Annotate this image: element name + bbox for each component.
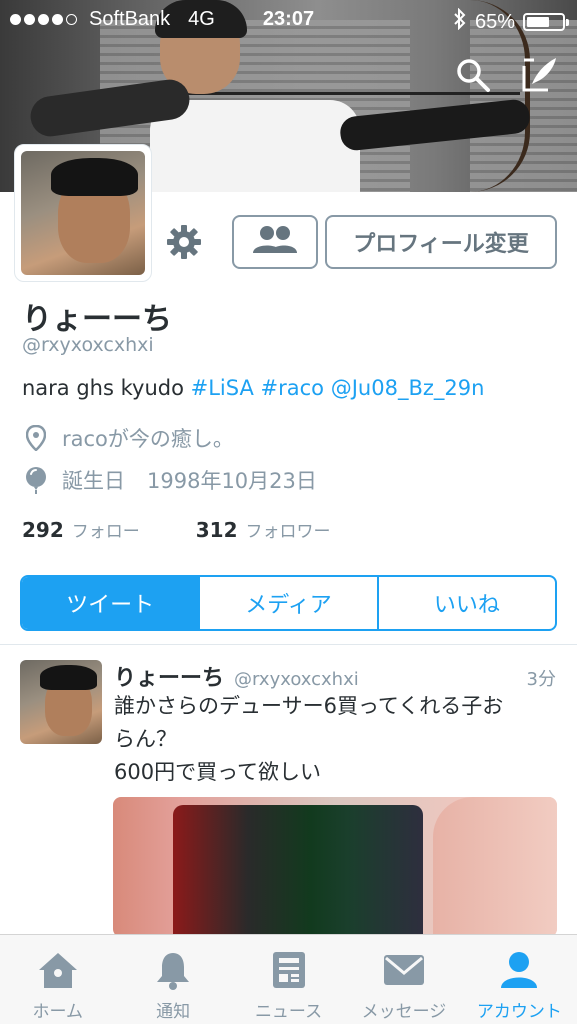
followers-count[interactable]: 312 [196, 518, 238, 542]
tweet-line: 600円で買って欲しい [114, 760, 322, 784]
media-hand [433, 797, 557, 937]
profile-location: racoが今の癒し。 [22, 423, 234, 453]
tab-media[interactable]: メディア [198, 577, 376, 629]
nav-news-label: ニュース [254, 1002, 323, 1022]
profile-tabs: ツイート メディア いいね [20, 575, 557, 631]
nav-account-label: アカウント [476, 1002, 562, 1022]
status-bar: SoftBank 4G 23:07 65% [0, 0, 577, 40]
battery-fill [527, 17, 549, 27]
tweet-author-name[interactable]: りょーーち [114, 660, 224, 692]
birthday-label: 誕生日 [62, 469, 125, 493]
edit-profile-button[interactable]: プロフィール変更 [325, 215, 557, 269]
tweet-avatar-hair [39, 665, 98, 691]
header-actions [453, 55, 559, 95]
bio-text: nara ghs kyudo [22, 376, 191, 400]
tab-likes[interactable]: いいね [376, 577, 555, 629]
bio-mention[interactable]: @Ju08_Bz_29n [331, 376, 485, 400]
people-icon [250, 224, 300, 260]
tweet-line: らん？ [114, 727, 177, 751]
nav-notifications-label: 通知 [156, 1002, 191, 1022]
bio-hashtag-lisa[interactable]: #LiSA [191, 376, 254, 400]
tweet-line: 誰かさらのデューサー6買ってくれる子お [114, 694, 504, 718]
profile-bio: nara ghs kyudo #LiSA #raco @Ju08_Bz_29n [22, 376, 484, 400]
profile-handle: @rxyxoxcxhxi [22, 334, 154, 356]
avatar-photo [21, 151, 145, 275]
news-icon [267, 949, 311, 991]
status-right: 65% [453, 7, 569, 36]
profile-stats: 292 フォロー 312 フォロワー [22, 517, 331, 542]
gear-icon[interactable] [164, 222, 204, 262]
location-text: racoが今の癒し。 [62, 427, 234, 451]
balloon-icon [22, 466, 50, 494]
battery-percent: 65% [474, 10, 515, 33]
search-icon[interactable] [453, 55, 493, 95]
following-count[interactable]: 292 [22, 518, 64, 542]
nav-home[interactable]: ホーム [0, 935, 115, 1024]
tweet-header: りょーーち @rxyxoxcxhxi 3分 [114, 660, 556, 692]
tweet-timestamp: 3分 [526, 669, 556, 690]
section-divider [0, 644, 577, 645]
nav-account[interactable]: アカウント [462, 935, 577, 1024]
tweet-author-handle[interactable]: @rxyxoxcxhxi [234, 669, 359, 690]
envelope-icon [382, 949, 426, 991]
location-pin-icon [22, 424, 50, 452]
lists-button[interactable] [232, 215, 318, 269]
birthday-value: 1998年10月23日 [147, 469, 317, 493]
profile-name: りょーーち [22, 302, 172, 337]
battery-icon [523, 13, 569, 31]
compose-icon[interactable] [519, 55, 559, 95]
nav-news[interactable]: ニュース [231, 935, 346, 1024]
person-icon [497, 949, 541, 991]
bottom-tab-bar: ホーム 通知 ニュース メッセージ アカウント [0, 934, 577, 1024]
nav-messages-label: メッセージ [361, 1002, 447, 1022]
nav-messages[interactable]: メッセージ [346, 935, 461, 1024]
tweet-media-image[interactable] [113, 797, 557, 937]
profile-avatar[interactable] [14, 144, 152, 282]
bluetooth-icon [453, 7, 467, 36]
nav-notifications[interactable]: 通知 [115, 935, 230, 1024]
followers-label[interactable]: フォロワー [246, 517, 331, 542]
bio-hashtag-raco[interactable]: #raco [261, 376, 325, 400]
home-icon [36, 949, 80, 991]
tab-tweets[interactable]: ツイート [22, 577, 199, 629]
tweet-text[interactable]: 誰かさらのデューサー6買ってくれる子お らん？ 600円で買って欲しい [114, 690, 560, 789]
tweet-avatar[interactable] [20, 660, 102, 744]
followers-group[interactable]: 312 フォロワー [196, 517, 331, 542]
bell-icon [151, 949, 195, 991]
media-object [173, 805, 423, 937]
avatar-hair [50, 158, 138, 196]
following-label[interactable]: フォロー [72, 517, 140, 542]
nav-home-label: ホーム [32, 1002, 83, 1022]
profile-birthday: 誕生日 1998年10月23日 [22, 465, 317, 495]
